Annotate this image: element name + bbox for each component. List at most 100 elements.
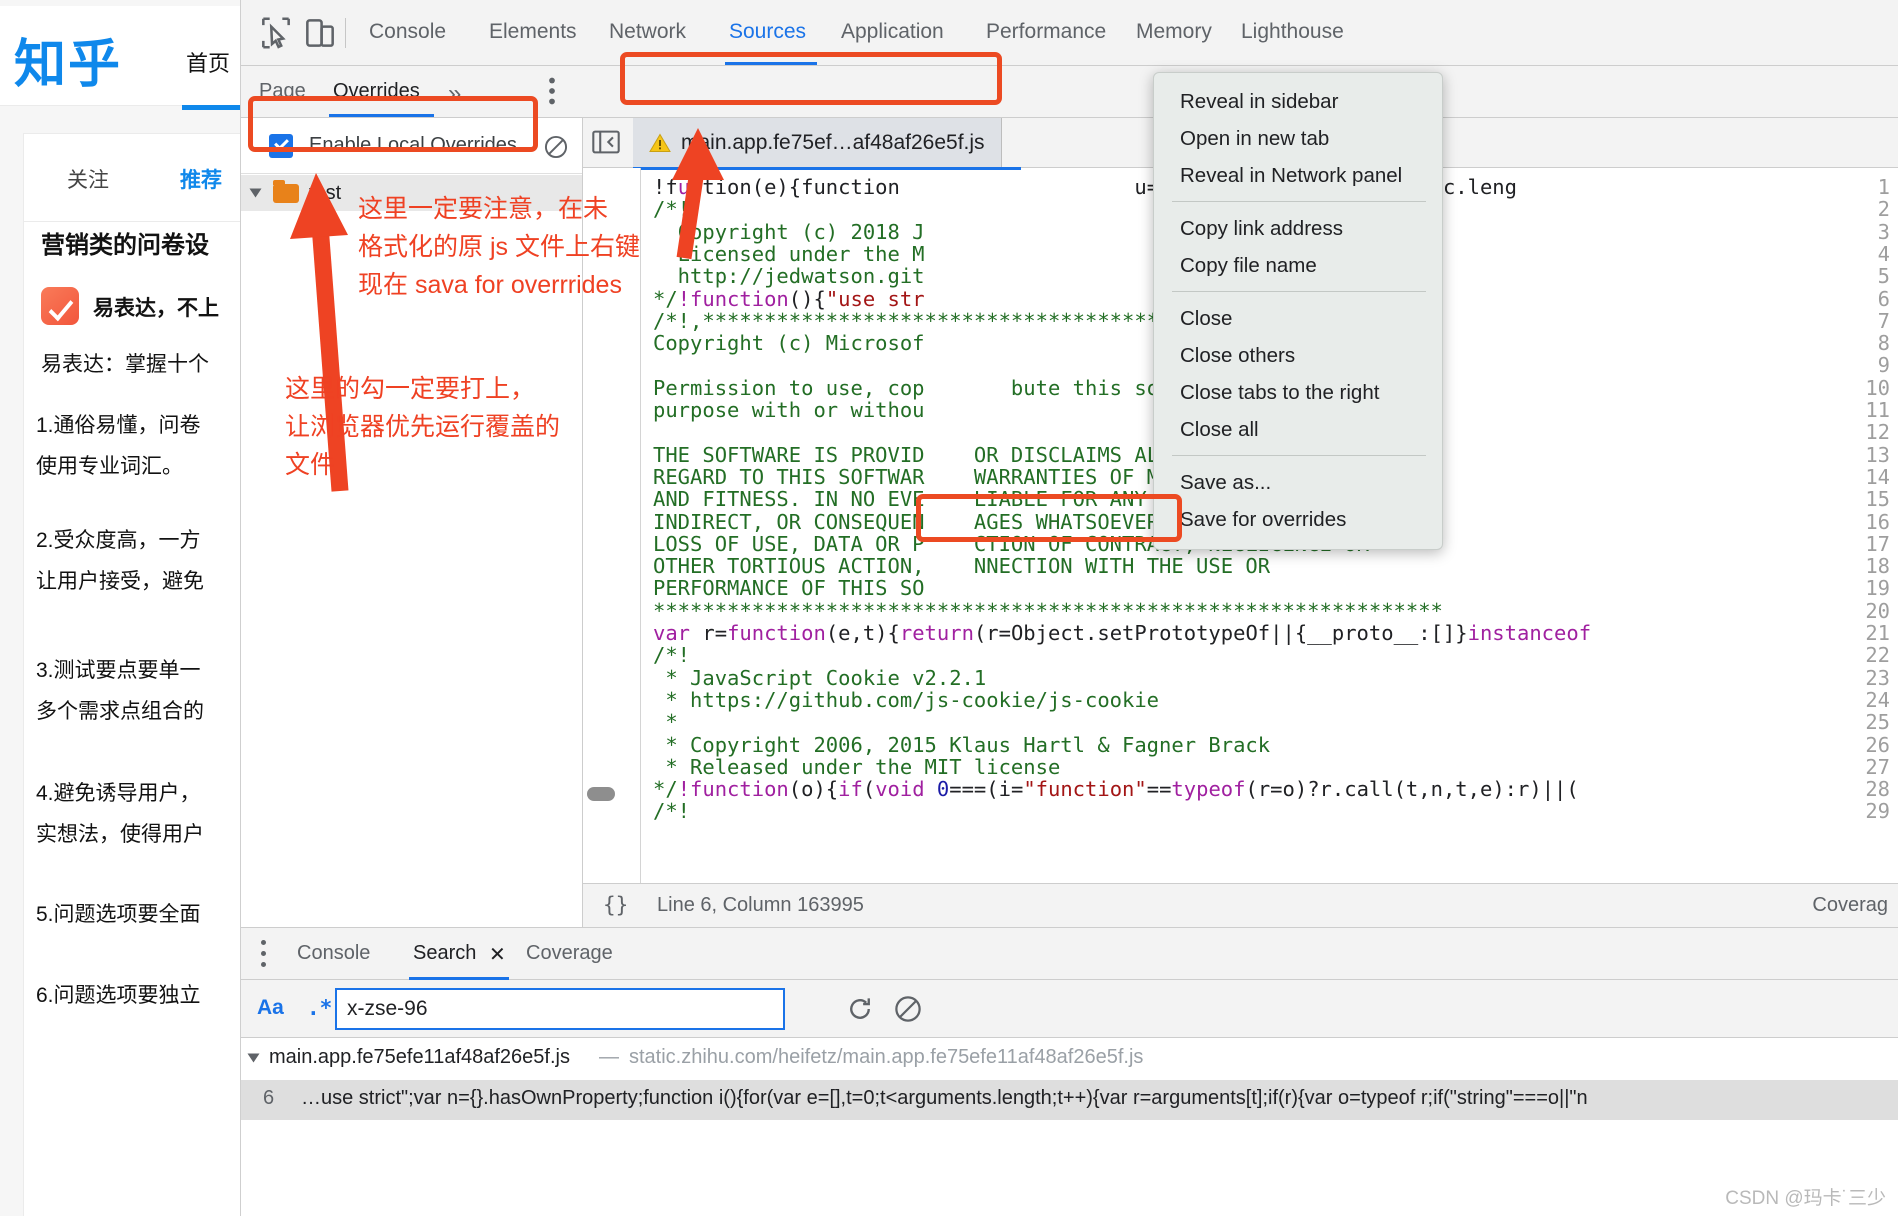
context-menu-item[interactable]: Save as... bbox=[1154, 464, 1442, 501]
search-result-line-number: 6 bbox=[263, 1087, 275, 1109]
code-line: http://jedwatson.git bbox=[653, 264, 925, 289]
code-line: * https://github.com/js-cookie/js-cookie bbox=[653, 687, 1160, 712]
context-menu-item[interactable]: Copy link address bbox=[1154, 210, 1442, 247]
context-menu-separator bbox=[1172, 455, 1426, 456]
collapse-sidebar-icon[interactable] bbox=[591, 128, 621, 156]
drawer-tab-search[interactable]: Search bbox=[413, 942, 476, 965]
search-input[interactable] bbox=[335, 988, 785, 1030]
code-line: * JavaScript Cookie v2.2.1 bbox=[653, 665, 987, 690]
annotation-arrow-to-file-tab bbox=[672, 128, 724, 260]
clear-overrides-icon[interactable] bbox=[543, 134, 569, 160]
match-case-toggle[interactable]: Aa bbox=[257, 996, 284, 1020]
zhihu-paragraph: 1.通俗易懂，问卷 bbox=[36, 414, 201, 437]
code-line: * Released under the MIT license bbox=[653, 754, 1061, 779]
search-result-snippet: …use strict";var n={}.hasOwnProperty;fun… bbox=[301, 1087, 1588, 1109]
chevron-down-icon[interactable] bbox=[249, 188, 262, 198]
zhihu-paragraph: 让用户接受，避免 bbox=[36, 570, 204, 593]
tab-console[interactable]: Console bbox=[369, 20, 446, 44]
context-menu-item[interactable]: Close tabs to the right bbox=[1154, 374, 1442, 411]
coverage-status[interactable]: Coverag bbox=[1812, 894, 1888, 917]
devtools-drawer: Console Search ✕ Coverage Aa .* x-zse-96… bbox=[241, 927, 1898, 1216]
code-line: PERFORMANCE OF THIS SO bbox=[653, 576, 925, 601]
drawer-tabbar: Console Search ✕ Coverage bbox=[241, 928, 1898, 980]
drawer-more-icon[interactable] bbox=[261, 940, 269, 968]
csdn-watermark: CSDN @玛卡˙三少 bbox=[1725, 1188, 1886, 1209]
device-toolbar-icon[interactable] bbox=[301, 14, 339, 52]
cursor-inspect-icon[interactable] bbox=[257, 14, 295, 52]
zhihu-paragraph: 4.避免诱导用户， bbox=[36, 782, 201, 805]
devtools-window: Console Elements Network Sources Applica… bbox=[240, 0, 1898, 1216]
clear-icon[interactable] bbox=[893, 994, 923, 1024]
zhihu-author[interactable]: 易表达，不上 bbox=[93, 292, 219, 322]
search-result-filename[interactable]: main.app.fe75efe11af48af26e5f.js bbox=[269, 1046, 570, 1069]
context-menu-item[interactable]: Close bbox=[1154, 300, 1442, 337]
editor-tab-context-menu: Reveal in sidebar Open in new tab Reveal i… bbox=[1153, 72, 1443, 550]
annotation-box-enable-overrides bbox=[248, 96, 538, 152]
annotation-note-checkbox: 这里的勾一定要打上， 让浏览器优先运行覆盖的 文件 bbox=[285, 375, 561, 479]
zhihu-paragraph: 多个需求点组合的 bbox=[36, 700, 204, 723]
zhihu-header: 知乎 首页 bbox=[0, 6, 250, 106]
context-menu-item[interactable]: Close all bbox=[1154, 411, 1442, 448]
chevron-down-icon[interactable] bbox=[247, 1053, 260, 1063]
context-menu-item[interactable]: Copy file name bbox=[1154, 247, 1442, 284]
pretty-print-icon[interactable]: {} bbox=[603, 893, 628, 917]
search-result-url: static.zhihu.com/heifetz/main.app.fe75ef… bbox=[629, 1046, 1144, 1068]
cursor-position: Line 6, Column 163995 bbox=[657, 894, 864, 916]
regex-toggle[interactable]: .* bbox=[307, 996, 332, 1020]
tab-lighthouse[interactable]: Lighthouse bbox=[1241, 20, 1344, 44]
context-menu-item[interactable]: Save for overrides bbox=[1154, 501, 1442, 538]
search-result-dash: — bbox=[599, 1046, 619, 1068]
zhihu-subtitle: 易表达：掌握十个 bbox=[41, 353, 209, 376]
code-line: * Copyright 2006, 2015 Klaus Hartl & Fag… bbox=[653, 732, 1271, 757]
code-line: ****************************************… bbox=[653, 598, 1443, 623]
zhihu-feed-tabs: 关注 推荐 bbox=[24, 134, 249, 222]
annotation-note-right-click: 这里一定要注意，在未 格式化的原 js 文件上右键 现在 sava for ov… bbox=[358, 195, 640, 299]
drawer-tab-coverage[interactable]: Coverage bbox=[526, 942, 613, 965]
zhihu-tab-follow[interactable]: 关注 bbox=[67, 164, 109, 194]
context-menu-item[interactable]: Reveal in sidebar bbox=[1154, 83, 1442, 120]
close-search-tab-icon[interactable]: ✕ bbox=[489, 942, 506, 967]
zhihu-paragraph: 6.问题选项要独立 bbox=[36, 984, 201, 1007]
search-result-file-row[interactable]: main.app.fe75efe11af48af26e5f.js — stati… bbox=[241, 1038, 1898, 1080]
zhihu-paragraph: 5.问题选项要全面 bbox=[36, 903, 201, 926]
search-result-match-row[interactable]: 6 …use strict";var n={}.hasOwnProperty;f… bbox=[241, 1080, 1898, 1120]
tab-performance[interactable]: Performance bbox=[986, 20, 1106, 44]
tab-elements[interactable]: Elements bbox=[489, 20, 577, 44]
zhihu-logo[interactable]: 知乎 bbox=[14, 22, 122, 97]
code-line: */!function(o){if(void 0===(i="function"… bbox=[653, 777, 1579, 802]
code-line: /*! bbox=[653, 643, 691, 668]
code-line: */!function(){"use str bbox=[653, 286, 925, 311]
code-line: Copyright (c) Microsof bbox=[653, 331, 925, 356]
code-line: purpose with or withou bbox=[653, 398, 925, 422]
more-options-icon[interactable] bbox=[537, 74, 567, 108]
annotation-box-file-tab bbox=[620, 52, 1002, 105]
zhihu-paragraph: 3.测试要点要单一 bbox=[36, 659, 201, 682]
tab-memory[interactable]: Memory bbox=[1136, 20, 1212, 44]
zhihu-nav-home[interactable]: 首页 bbox=[186, 46, 230, 78]
context-menu-item[interactable]: Open in new tab bbox=[1154, 120, 1442, 157]
code-line: var r=function(e,t){return(r=Object.setP… bbox=[653, 621, 1592, 645]
zhihu-paragraph: 使用专业词汇。 bbox=[36, 455, 183, 478]
author-avatar bbox=[41, 287, 79, 325]
context-menu-item[interactable]: Reveal in Network panel bbox=[1154, 157, 1442, 194]
tab-sources[interactable]: Sources bbox=[729, 20, 806, 44]
zhihu-tab-recommend[interactable]: 推荐 bbox=[180, 164, 222, 194]
code-scrollbar-thumb[interactable] bbox=[587, 787, 615, 801]
search-results: main.app.fe75efe11af48af26e5f.js — stati… bbox=[241, 1038, 1898, 1216]
editor-status-bar: {} Line 6, Column 163995 Coverag bbox=[583, 883, 1898, 927]
zhihu-paragraph: 实想法，使得用户 bbox=[36, 823, 204, 846]
tab-network[interactable]: Network bbox=[609, 20, 686, 44]
context-menu-item[interactable]: Close others bbox=[1154, 337, 1442, 374]
search-toolbar: Aa .* bbox=[241, 980, 1898, 1038]
devtools-main-tabbar: Console Elements Network Sources Applica… bbox=[241, 0, 1898, 66]
tab-application[interactable]: Application bbox=[841, 20, 944, 44]
context-menu-separator bbox=[1172, 291, 1426, 292]
drawer-tab-console[interactable]: Console bbox=[297, 942, 370, 965]
refresh-icon[interactable] bbox=[845, 994, 875, 1024]
toolbar-divider bbox=[345, 18, 346, 48]
code-line: OTHER TORTIOUS ACTION, NNECTION WITH THE… bbox=[653, 554, 1271, 579]
zhihu-article-title[interactable]: 营销类的问卷设 bbox=[41, 225, 209, 260]
context-menu-separator bbox=[1172, 201, 1426, 202]
code-line: * bbox=[653, 710, 678, 735]
code-line: /*! bbox=[653, 799, 691, 824]
